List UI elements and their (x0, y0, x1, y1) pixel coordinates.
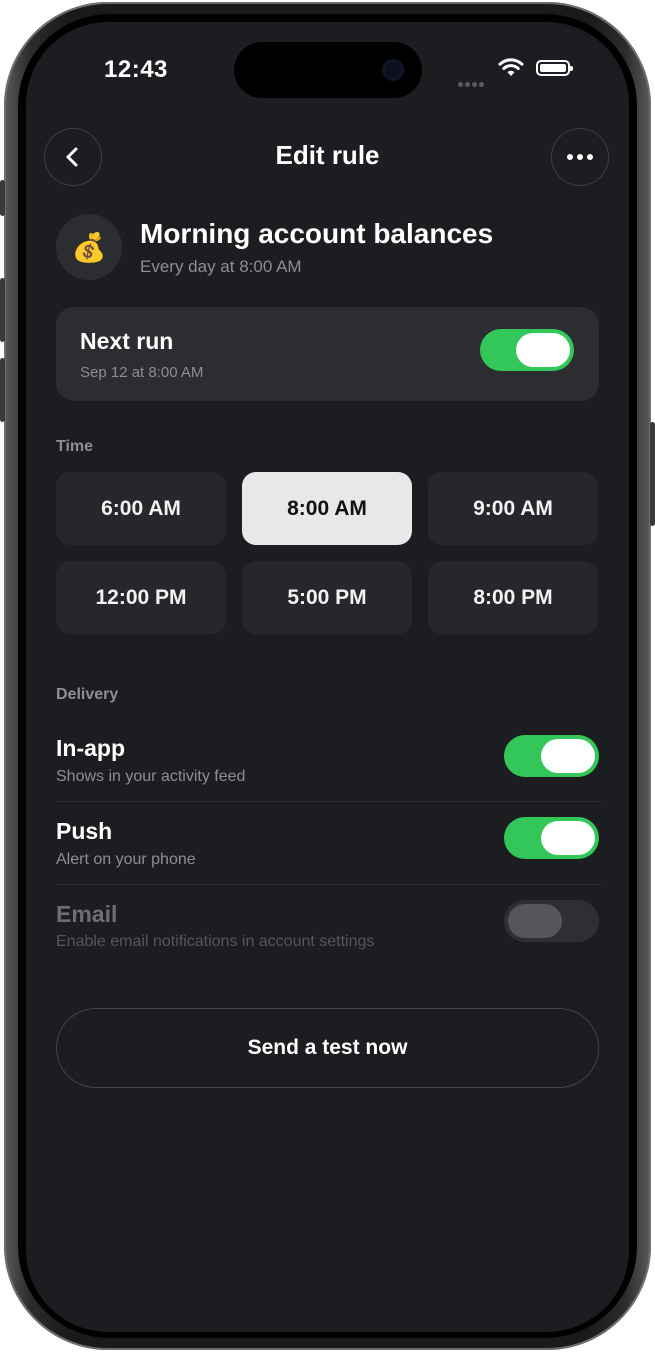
divider (56, 884, 601, 885)
dynamic-island (234, 42, 422, 98)
time-option[interactable]: 12:00 PM (56, 561, 226, 634)
money-bag-icon: 💰 (56, 214, 122, 280)
page-title: Edit rule (275, 140, 380, 170)
next-run-toggle[interactable] (480, 329, 574, 371)
toggle-knob (508, 904, 562, 938)
ellipsis-icon (567, 154, 593, 160)
email-toggle[interactable] (504, 900, 599, 942)
status-time: 12:43 (104, 56, 168, 83)
time-option[interactable]: 5:00 PM (242, 561, 412, 634)
next-run-date: Sep 12 at 8:00 AM (80, 364, 204, 381)
toggle-knob (541, 739, 595, 773)
rule-schedule: Every day at 8:00 AM (140, 257, 302, 276)
next-run-title: Next run (80, 328, 174, 354)
delivery-push-title: Push (56, 818, 113, 844)
front-camera-icon (382, 59, 404, 81)
delivery-email-subtitle: Enable email notifications in account se… (56, 933, 375, 950)
more-options-button[interactable] (551, 128, 609, 186)
time-option-selected[interactable]: 8:00 AM (242, 472, 412, 545)
time-option[interactable]: 8:00 PM (428, 561, 598, 634)
next-run-card: Next run Sep 12 at 8:00 AM (56, 307, 599, 401)
time-option[interactable]: 6:00 AM (56, 472, 226, 545)
power-button (650, 422, 655, 526)
time-option[interactable]: 9:00 AM (428, 472, 598, 545)
delivery-inapp-title: In-app (56, 735, 125, 761)
divider (56, 801, 601, 802)
action-button (0, 180, 5, 216)
delivery-push-subtitle: Alert on your phone (56, 851, 196, 868)
wifi-icon (498, 58, 524, 76)
push-toggle[interactable] (504, 817, 599, 859)
delivery-inapp-subtitle: Shows in your activity feed (56, 768, 246, 785)
inapp-toggle[interactable] (504, 735, 599, 777)
delivery-section-label: Delivery (56, 686, 119, 703)
battery-icon (536, 60, 573, 76)
volume-down-button (0, 358, 5, 422)
screen: 12:43 Edit rule 💰 Morning account balanc… (26, 22, 629, 1332)
send-test-button[interactable]: Send a test now (56, 1008, 599, 1088)
toggle-knob (516, 333, 570, 367)
cellular-signal-icon (458, 74, 486, 92)
delivery-email-title: Email (56, 901, 118, 927)
rule-title: Morning account balances (140, 218, 494, 249)
time-section-label: Time (56, 438, 94, 455)
volume-up-button (0, 278, 5, 342)
toggle-knob (541, 821, 595, 855)
